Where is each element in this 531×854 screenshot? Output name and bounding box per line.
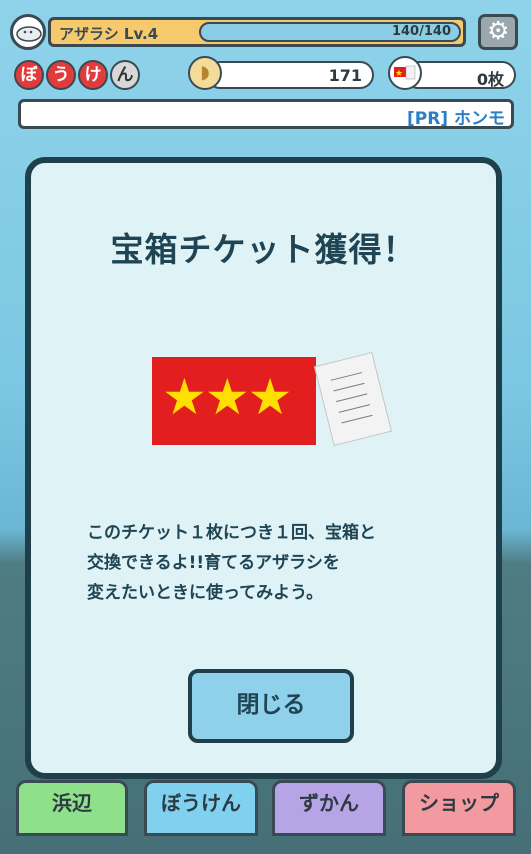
shell-icon: ◗ bbox=[188, 56, 222, 90]
shell-count: 171 bbox=[328, 66, 362, 85]
seal-icon bbox=[16, 26, 42, 42]
ticket-paper-icon bbox=[313, 351, 393, 447]
ticket-count: 0枚 bbox=[476, 70, 504, 89]
player-name-level: アザラシ Lv.4 bbox=[59, 25, 159, 43]
dialog-description: このチケット１枚につき１回、宝箱と 交換できるよ!!育てるアザラシを 変えたいと… bbox=[87, 518, 487, 608]
hp-bar: 140/140 bbox=[199, 22, 461, 42]
ad-banner[interactable]: [PR] ホンモ bbox=[18, 99, 514, 129]
ad-text[interactable]: [PR] ホンモ bbox=[407, 104, 505, 126]
description-line-2: 交換できるよ!!育てるアザラシを bbox=[87, 553, 340, 573]
seal-avatar[interactable] bbox=[10, 14, 46, 50]
gear-icon: ⚙ bbox=[487, 16, 510, 45]
hp-value: 140/140 bbox=[391, 24, 451, 39]
tab-beach[interactable]: 浜辺 bbox=[16, 780, 128, 836]
tab-adventure[interactable]: ぼうけん bbox=[144, 780, 258, 836]
adventure-letter-3: け bbox=[78, 60, 108, 90]
description-line-1: このチケット１枚につき１回、宝箱と bbox=[87, 523, 376, 543]
star-rating: ★★★ bbox=[162, 368, 292, 426]
shell-counter: 171 bbox=[206, 61, 374, 89]
player-status-bar: アザラシ Lv.4 140/140 bbox=[48, 17, 466, 47]
description-line-3: 変えたいときに使ってみよう。 bbox=[87, 583, 324, 603]
adventure-letter-2: う bbox=[46, 60, 76, 90]
treasure-ticket-image: ★★★ bbox=[152, 357, 316, 445]
tab-shop[interactable]: ショップ bbox=[402, 780, 516, 836]
ticket-reward-dialog: 宝箱チケット獲得！ ★★★ このチケット１枚につき１回、宝箱と 交換できるよ!!… bbox=[25, 157, 502, 779]
tab-zukan[interactable]: ずかん bbox=[272, 780, 386, 836]
adventure-letter-1: ぼ bbox=[14, 60, 44, 90]
adventure-letter-4: ん bbox=[110, 60, 140, 90]
dialog-title: 宝箱チケット獲得！ bbox=[110, 230, 417, 269]
ticket-icon: ★ bbox=[388, 56, 422, 90]
close-button[interactable]: 閉じる bbox=[188, 669, 354, 743]
settings-button[interactable]: ⚙ bbox=[478, 14, 518, 50]
svg-text:★: ★ bbox=[395, 69, 403, 79]
